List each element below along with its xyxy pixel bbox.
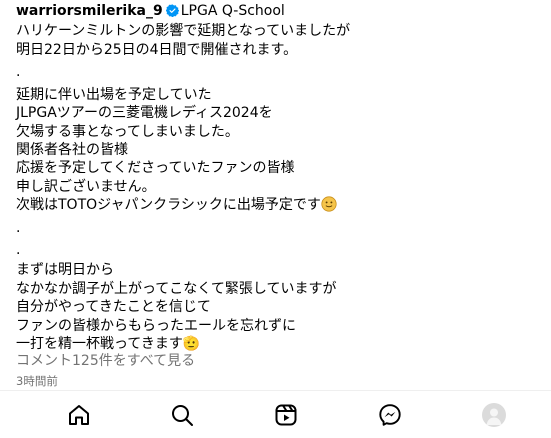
messenger-icon bbox=[379, 404, 401, 426]
view-all-comments-link[interactable]: コメント125件をすべて見る bbox=[16, 350, 195, 370]
caption-line-12: まずは明日から bbox=[16, 262, 114, 279]
post-caption: warriorsmilerika_9 LPGA Q-School ハリケーンミルト… bbox=[16, 0, 546, 354]
caption-line-15: ファンの皆様からもらったエールを忘れずに bbox=[16, 317, 296, 334]
post-timestamp[interactable]: 3時間前 bbox=[16, 373, 58, 389]
caption-line-7: 応援を予定してくださっていたファンの皆様 bbox=[16, 160, 295, 177]
username-link[interactable]: warriorsmilerika_9 bbox=[16, 3, 163, 19]
caption-line-6: 関係者各社の皆様 bbox=[16, 142, 128, 159]
nav-messenger[interactable] bbox=[377, 402, 403, 428]
caption-line-14: 自分がやってきたことを信じて bbox=[16, 299, 211, 316]
nav-search[interactable] bbox=[169, 402, 195, 428]
caption-line-2: . bbox=[16, 64, 21, 81]
location-link[interactable]: LPGA Q-School bbox=[181, 3, 285, 19]
home-icon bbox=[69, 405, 89, 425]
bottom-nav-bar bbox=[0, 391, 551, 438]
caption-line-9: 次戦はTOTOジャパンクラシックに出場予定です bbox=[16, 197, 321, 214]
caption-line-13: なかなか調子が上がってこなくて緊張していますが bbox=[16, 280, 337, 297]
caption-line-9-wrap: 次戦はTOTOジャパンクラシックに出場予定です bbox=[16, 196, 546, 214]
smiling-face-emoji-icon bbox=[321, 196, 337, 212]
caption-line-10: . bbox=[16, 219, 21, 236]
profile-avatar bbox=[482, 403, 506, 427]
nav-profile[interactable] bbox=[481, 402, 507, 428]
caption-line-1: 明日22日から25日の4日間で開催されます。 bbox=[16, 42, 298, 58]
caption-line-4: JLPGAツアーの三菱電機レディス2024を bbox=[16, 105, 273, 122]
caption-line-3: 延期に伴い出場を予定していた bbox=[16, 86, 212, 103]
caption-line-5: 欠場する事となってしまいました。 bbox=[16, 123, 239, 140]
nav-reels[interactable] bbox=[273, 402, 299, 428]
search-icon bbox=[172, 405, 193, 426]
caption-header: warriorsmilerika_9 LPGA Q-School ハリケーンミルト… bbox=[16, 1, 546, 41]
default-user-icon bbox=[486, 408, 502, 425]
verified-badge-icon bbox=[165, 4, 179, 17]
reels-icon bbox=[275, 404, 297, 426]
caption-line-0: ハリケーンミルトンの影響で延期となっていましたが bbox=[16, 23, 351, 39]
caption-line-8: 申し訳ございません。 bbox=[16, 178, 156, 195]
caption-line-11: . bbox=[16, 242, 21, 259]
nav-home[interactable] bbox=[66, 402, 92, 428]
